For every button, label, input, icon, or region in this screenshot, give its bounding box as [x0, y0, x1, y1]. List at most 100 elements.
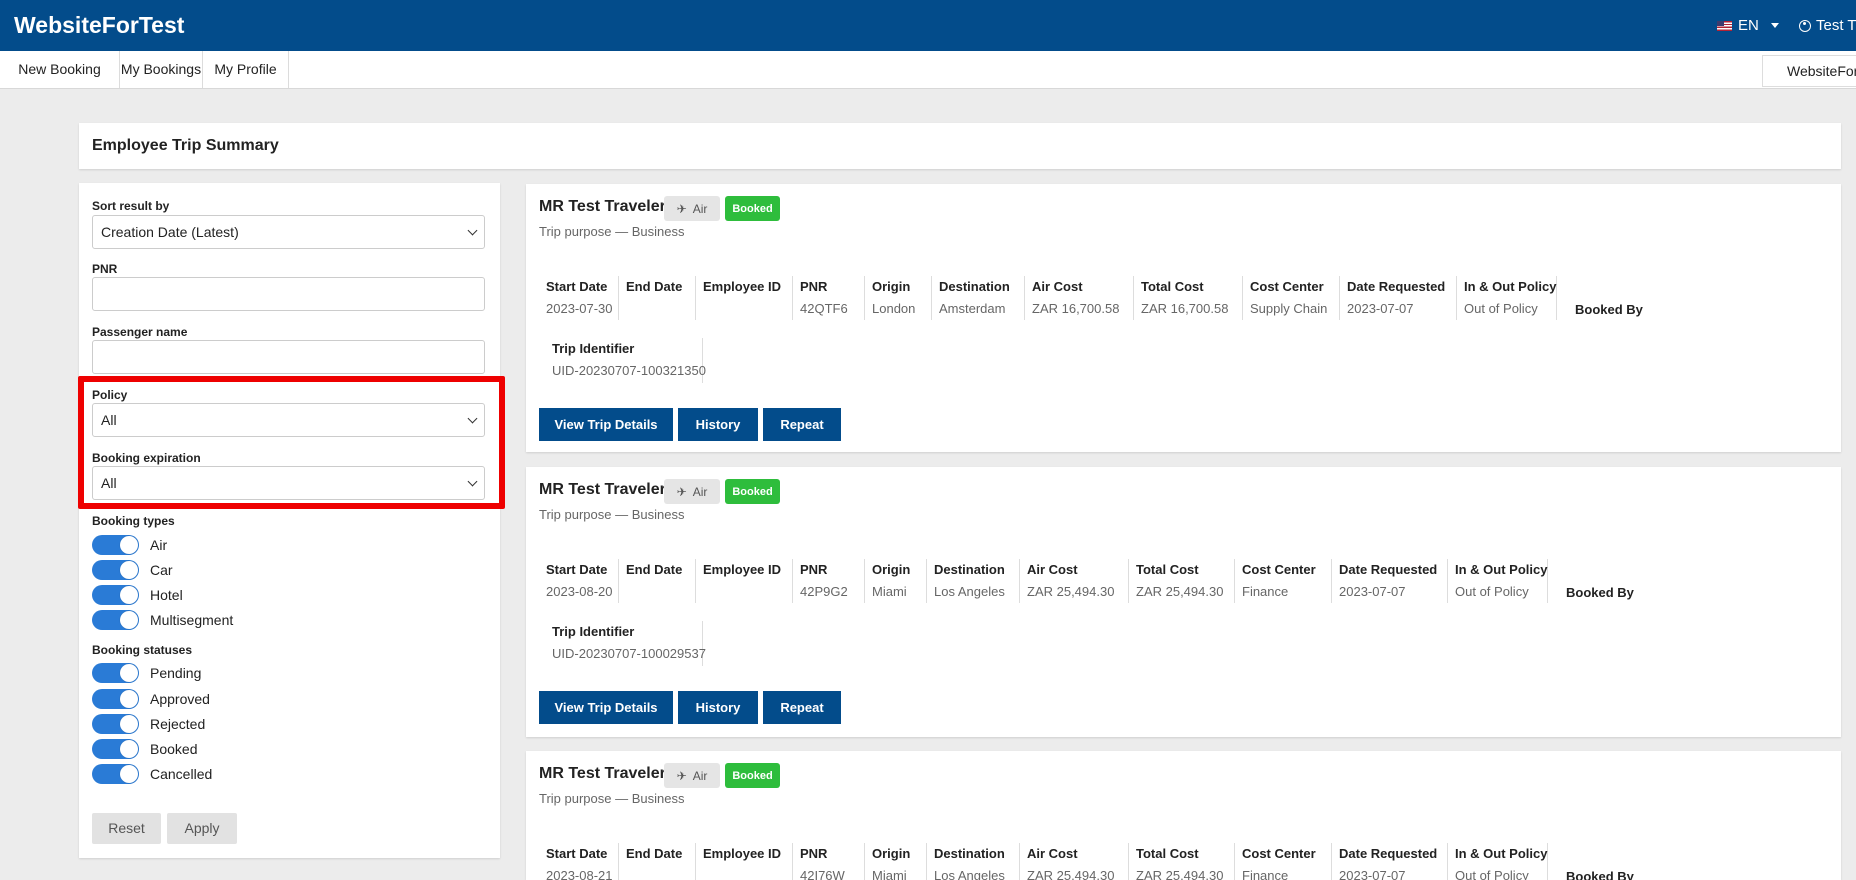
- col-header: In & Out Policy: [1455, 562, 1548, 577]
- col-header: PNR: [800, 279, 828, 294]
- toggle-label: Approved: [150, 691, 210, 707]
- col-value: Amsterdam: [939, 301, 1006, 316]
- toggle-car[interactable]: Car: [92, 560, 173, 580]
- nav-my-profile[interactable]: My Profile: [203, 51, 289, 88]
- air-badge: ✈ Air: [664, 196, 720, 221]
- us-flag-icon: [1717, 20, 1732, 31]
- nav-bar: New Booking My Bookings My Profile Websi…: [0, 51, 1856, 89]
- col-header: Destination: [934, 562, 1005, 577]
- booked-status-badge: Booked: [725, 479, 780, 504]
- col-header: In & Out Policy: [1464, 279, 1557, 294]
- col-value: Los Angeles: [934, 868, 1005, 880]
- total-cost-col: Total Cost ZAR 16,700.58: [1134, 276, 1243, 320]
- toggle-label: Cancelled: [150, 766, 213, 782]
- trip-purpose: Trip purpose — Business: [539, 507, 685, 522]
- toggle-switch[interactable]: [92, 610, 139, 630]
- air-badge-label: Air: [692, 768, 708, 783]
- col-header: Origin: [872, 846, 911, 861]
- toggle-booked[interactable]: Booked: [92, 739, 197, 759]
- total-cost-col: Total Cost ZAR 25,494.30: [1129, 559, 1235, 603]
- col-value: [626, 298, 688, 320]
- toggle-switch[interactable]: [92, 689, 139, 709]
- user-menu[interactable]: Test Tra: [1799, 17, 1856, 34]
- sort-select[interactable]: Creation Date (Latest): [92, 215, 485, 249]
- toggle-switch[interactable]: [92, 585, 139, 605]
- col-header: Total Cost: [1136, 562, 1199, 577]
- toggle-hotel[interactable]: Hotel: [92, 585, 183, 605]
- sort-select-value: Creation Date (Latest): [101, 224, 239, 240]
- toggle-label: Multisegment: [150, 612, 234, 628]
- col-header: Trip Identifier: [552, 341, 635, 356]
- toggle-switch[interactable]: [92, 764, 139, 784]
- booked-status-badge: Booked: [725, 196, 780, 221]
- pnr-col: PNR 42I76W: [793, 843, 865, 880]
- col-header: PNR: [800, 846, 828, 861]
- language-selector[interactable]: EN: [1717, 17, 1779, 34]
- col-value: ZAR 16,700.58: [1141, 301, 1229, 316]
- history-button[interactable]: History: [678, 408, 758, 441]
- col-value: 2023-08-20: [546, 584, 613, 599]
- toggle-multisegment[interactable]: Multisegment: [92, 610, 233, 630]
- col-value: 42P9G2: [800, 584, 848, 599]
- col-value: Out of Policy: [1455, 584, 1529, 599]
- trip-identifier-col: Trip Identifier UID-20230707-100029537: [539, 621, 706, 666]
- policy-col: In & Out Policy Out of Policy: [1457, 276, 1557, 320]
- reset-button[interactable]: Reset: [92, 813, 161, 844]
- toggle-rejected[interactable]: Rejected: [92, 714, 205, 734]
- air-badge-label: Air: [692, 201, 708, 216]
- col-value: Out of Policy: [1464, 301, 1538, 316]
- view-trip-details-button[interactable]: View Trip Details: [539, 691, 673, 724]
- air-badge: ✈ Air: [664, 763, 720, 788]
- air-cost-col: Air Cost ZAR 25,494.30: [1020, 843, 1129, 880]
- col-header: Start Date: [546, 562, 608, 577]
- col-header: PNR: [800, 562, 828, 577]
- passenger-name-input[interactable]: [92, 340, 485, 374]
- caret-down-icon: [1770, 23, 1779, 28]
- brand-logo[interactable]: WebsiteForTest: [14, 12, 184, 39]
- col-value: ZAR 16,700.58: [1032, 301, 1120, 316]
- toggle-switch[interactable]: [92, 560, 139, 580]
- col-header: Employee ID: [703, 846, 782, 861]
- booked-by-label: Booked By: [1575, 302, 1643, 317]
- toggle-air[interactable]: Air: [92, 535, 167, 555]
- col-value: [626, 581, 688, 603]
- toggle-approved[interactable]: Approved: [92, 689, 210, 709]
- traveler-name: MR Test Traveler: [539, 481, 666, 498]
- traveler-name: MR Test Traveler: [539, 765, 666, 782]
- toggle-switch[interactable]: [92, 535, 139, 555]
- col-value: London: [872, 301, 916, 316]
- view-trip-details-button[interactable]: View Trip Details: [539, 408, 673, 441]
- col-value: 2023-07-07: [1347, 301, 1414, 316]
- nav-my-bookings[interactable]: My Bookings: [120, 51, 203, 88]
- col-value: Finance: [1242, 868, 1289, 880]
- page-title: Employee Trip Summary: [92, 137, 279, 154]
- col-value: [703, 581, 785, 603]
- nav-new-booking[interactable]: New Booking: [0, 51, 120, 88]
- toggle-pending[interactable]: Pending: [92, 663, 201, 683]
- history-button[interactable]: History: [678, 691, 758, 724]
- air-cost-col: Air Cost ZAR 16,700.58: [1025, 276, 1134, 320]
- toggle-switch[interactable]: [92, 663, 139, 683]
- toggle-switch[interactable]: [92, 739, 139, 759]
- pnr-input[interactable]: [92, 277, 485, 311]
- trip-card: MR Test Traveler ✈ Air Booked Trip purpos…: [526, 467, 1841, 737]
- repeat-button[interactable]: Repeat: [763, 408, 841, 441]
- col-header: End Date: [626, 846, 683, 861]
- nav-site-selector[interactable]: WebsiteFor: [1762, 55, 1856, 87]
- repeat-button[interactable]: Repeat: [763, 691, 841, 724]
- col-header: Origin: [872, 562, 911, 577]
- pnr-col: PNR 42QTF6: [793, 276, 865, 320]
- trip-purpose: Trip purpose — Business: [539, 791, 685, 806]
- air-cost-col: Air Cost ZAR 25,494.30: [1020, 559, 1129, 603]
- trip-card: MR Test Traveler ✈ Air Booked Trip purpos…: [526, 751, 1841, 880]
- toggle-label: Pending: [150, 665, 202, 681]
- toggle-switch[interactable]: [92, 714, 139, 734]
- col-value: ZAR 25,494.30: [1136, 868, 1224, 880]
- filter-panel: Sort result by Creation Date (Latest) PN…: [78, 183, 505, 858]
- apply-button[interactable]: Apply: [167, 813, 237, 844]
- col-header: Origin: [872, 279, 911, 294]
- air-badge-label: Air: [692, 484, 708, 499]
- plane-icon: ✈: [676, 201, 687, 216]
- col-header: Total Cost: [1141, 279, 1204, 294]
- toggle-cancelled[interactable]: Cancelled: [92, 764, 212, 784]
